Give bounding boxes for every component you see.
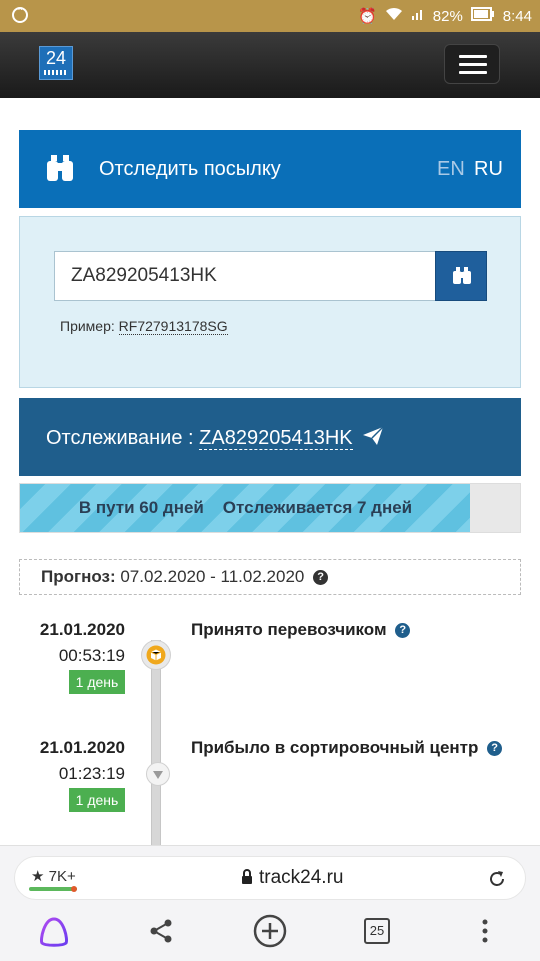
- lang-ru-link[interactable]: RU: [474, 158, 503, 181]
- send-icon[interactable]: [362, 426, 384, 446]
- timeline-line: [151, 640, 161, 860]
- tracking-label: Отслеживание : ZA829205413HK: [46, 426, 384, 450]
- search-button[interactable]: [435, 251, 487, 301]
- site-logo[interactable]: 24: [39, 46, 73, 80]
- in-transit-days: В пути 60 дней: [78, 498, 204, 517]
- event-duration-badge: 1 день: [69, 788, 125, 812]
- status-right: ⏰ 82% 8:44: [358, 7, 532, 25]
- battery-percent: 82%: [432, 7, 463, 25]
- battery-icon: [470, 7, 495, 25]
- tracked-days: Отслеживается 7 дней: [222, 498, 413, 517]
- hamburger-icon: [459, 55, 487, 58]
- alice-icon[interactable]: [38, 916, 70, 948]
- signal-icon: [411, 7, 425, 25]
- url-text[interactable]: track24.ru: [241, 867, 343, 889]
- event-time: 00:53:19: [58, 646, 125, 665]
- example-hint: Пример: RF727913178SG: [60, 318, 228, 335]
- tracking-code-link[interactable]: ZA829205413HK: [199, 427, 353, 450]
- status-bar: ⏰ 82% 8:44: [0, 0, 540, 32]
- reload-icon[interactable]: [487, 869, 507, 889]
- help-icon[interactable]: ?: [395, 623, 411, 639]
- forecast-label: Прогноз:: [41, 567, 116, 586]
- url-label: track24.ru: [259, 867, 344, 888]
- wifi-icon: [385, 7, 403, 25]
- menu-button[interactable]: [444, 44, 500, 84]
- progress-text: В пути 60 дней Отслеживается 7 дней: [20, 484, 471, 532]
- rating-value: 7K+: [48, 868, 76, 885]
- track-title: Отследить посылку: [99, 158, 281, 180]
- event-status: Принято перевозчиком ?: [191, 620, 411, 640]
- tracking-number-input[interactable]: [54, 251, 436, 301]
- example-code-link[interactable]: RF727913178SG: [118, 318, 228, 335]
- forecast-box: Прогноз: 07.02.2020 - 11.02.2020 ?: [19, 559, 521, 595]
- progress-bar: В пути 60 дней Отслеживается 7 дней: [19, 483, 521, 533]
- binoculars-icon: [453, 267, 471, 284]
- binoculars-icon: [45, 155, 75, 188]
- new-tab-icon[interactable]: [253, 914, 287, 948]
- notification-icon: [12, 4, 28, 23]
- rating-bar: [29, 887, 77, 891]
- chevron-down-icon: [153, 771, 163, 779]
- lang-en-link[interactable]: EN: [437, 158, 465, 181]
- event-status-text: Принято перевозчиком: [191, 620, 387, 639]
- more-options-icon[interactable]: [479, 918, 491, 944]
- alarm-icon: ⏰: [358, 8, 377, 25]
- forecast-value: 07.02.2020 - 11.02.2020: [120, 567, 305, 586]
- tabs-button[interactable]: 25: [364, 918, 390, 944]
- browser-nav-row: 25: [0, 906, 540, 956]
- example-label: Пример:: [60, 318, 115, 334]
- site-rating[interactable]: ★ 7K+: [31, 867, 76, 885]
- event-node: [146, 762, 170, 786]
- clock: 8:44: [502, 7, 532, 25]
- package-icon: [146, 645, 166, 665]
- address-bar[interactable]: ★ 7K+ track24.ru: [14, 856, 526, 900]
- search-panel: Пример: RF727913178SG: [19, 216, 521, 388]
- event-duration-badge: 1 день: [69, 670, 125, 694]
- browser-toolbar: ★ 7K+ track24.ru 25: [0, 845, 540, 961]
- help-icon[interactable]: ?: [313, 570, 329, 586]
- rating-dot: [71, 886, 77, 892]
- tracking-label-text: Отслеживание :: [46, 427, 194, 449]
- lock-icon: [242, 869, 252, 884]
- event-date: 21.01.2020: [39, 738, 125, 757]
- track-panel-header: Отследить посылку EN RU: [19, 130, 521, 208]
- event-time: 01:23:19: [58, 764, 125, 783]
- tracking-bar: Отслеживание : ZA829205413HK: [19, 398, 521, 476]
- share-icon[interactable]: [148, 918, 174, 944]
- event-node: [141, 640, 171, 670]
- event-date: 21.01.2020: [39, 620, 125, 639]
- event-status-text: Прибыло в сортировочный центр: [191, 738, 479, 757]
- event-status: Прибыло в сортировочный центр ?: [191, 738, 503, 758]
- star-icon: ★: [31, 868, 45, 885]
- help-icon[interactable]: ?: [487, 741, 503, 757]
